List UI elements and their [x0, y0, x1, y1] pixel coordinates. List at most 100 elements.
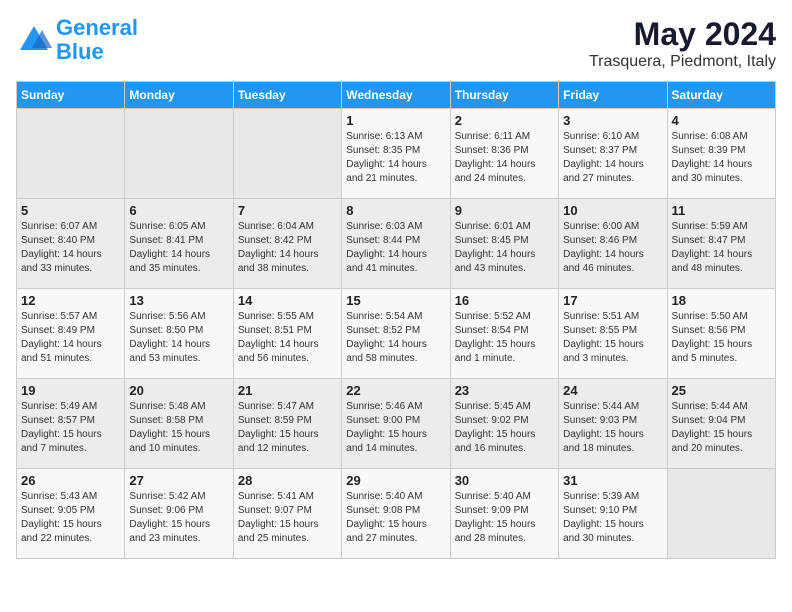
calendar-cell: 21 Sunrise: 5:47 AM Sunset: 8:59 PM Dayli…: [233, 379, 341, 469]
day-header-monday: Monday: [125, 82, 233, 109]
cell-info: Sunrise: 5:50 AM Sunset: 8:56 PM Dayligh…: [672, 310, 771, 366]
day-number: 31: [563, 473, 662, 488]
calendar-cell: [125, 109, 233, 199]
calendar-cell: [667, 469, 775, 559]
title-block: May 2024 Trasquera, Piedmont, Italy: [589, 16, 776, 71]
day-number: 25: [672, 383, 771, 398]
week-row-2: 5Sunrise: 6:07 AM Sunset: 8:40 PM Daylig…: [17, 199, 776, 289]
calendar-cell: 2 Sunrise: 6:11 AM Sunset: 8:36 PM Daylig…: [450, 109, 558, 199]
day-header-wednesday: Wednesday: [342, 82, 450, 109]
calendar-cell: 25 Sunrise: 5:44 AM Sunset: 9:04 PM Dayli…: [667, 379, 775, 469]
cell-info: Sunrise: 5:57 AM Sunset: 8:49 PM Dayligh…: [21, 310, 120, 366]
day-number: 28: [238, 473, 337, 488]
logo-icon: [16, 22, 52, 58]
calendar-body: 1Sunrise: 6:13 AM Sunset: 8:35 PM Daylig…: [17, 109, 776, 559]
day-number: 29: [346, 473, 445, 488]
cell-info: Sunrise: 6:00 AM Sunset: 8:46 PM Dayligh…: [563, 220, 662, 276]
cell-info: Sunrise: 5:44 AM Sunset: 9:03 PM Dayligh…: [563, 400, 662, 456]
calendar-cell: 31 Sunrise: 5:39 AM Sunset: 9:10 PM Dayli…: [559, 469, 667, 559]
cell-info: Sunrise: 5:45 AM Sunset: 9:02 PM Dayligh…: [455, 400, 554, 456]
cell-info: Sunrise: 6:08 AM Sunset: 8:39 PM Dayligh…: [672, 130, 771, 186]
day-header-friday: Friday: [559, 82, 667, 109]
cell-info: Sunrise: 5:52 AM Sunset: 8:54 PM Dayligh…: [455, 310, 554, 366]
calendar-cell: 10 Sunrise: 6:00 AM Sunset: 8:46 PM Dayli…: [559, 199, 667, 289]
day-number: 10: [563, 203, 662, 218]
day-number: 11: [672, 203, 771, 218]
day-number: 1: [346, 113, 445, 128]
week-row-3: 12 Sunrise: 5:57 AM Sunset: 8:49 PM Dayli…: [17, 289, 776, 379]
calendar-cell: [17, 109, 125, 199]
day-number: 15: [346, 293, 445, 308]
cell-info: Sunrise: 6:03 AM Sunset: 8:44 PM Dayligh…: [346, 220, 445, 276]
cell-info: Sunrise: 5:41 AM Sunset: 9:07 PM Dayligh…: [238, 490, 337, 546]
calendar-cell: 9 Sunrise: 6:01 AM Sunset: 8:45 PM Daylig…: [450, 199, 558, 289]
cell-info: Sunrise: 6:11 AM Sunset: 8:36 PM Dayligh…: [455, 130, 554, 186]
logo-line2: Blue: [56, 39, 104, 64]
cell-info: Sunrise: 6:07 AM Sunset: 8:40 PM Dayligh…: [21, 220, 120, 276]
cell-info: Sunrise: 5:40 AM Sunset: 9:09 PM Dayligh…: [455, 490, 554, 546]
cell-info: Sunrise: 5:55 AM Sunset: 8:51 PM Dayligh…: [238, 310, 337, 366]
day-number: 8: [346, 203, 445, 218]
calendar-header: SundayMondayTuesdayWednesdayThursdayFrid…: [17, 82, 776, 109]
day-number: 22: [346, 383, 445, 398]
calendar-cell: 14Sunrise: 5:55 AM Sunset: 8:51 PM Dayli…: [233, 289, 341, 379]
cell-info: Sunrise: 5:46 AM Sunset: 9:00 PM Dayligh…: [346, 400, 445, 456]
calendar-cell: 29Sunrise: 5:40 AM Sunset: 9:08 PM Dayli…: [342, 469, 450, 559]
logo-text: General Blue: [56, 16, 138, 64]
cell-info: Sunrise: 5:59 AM Sunset: 8:47 PM Dayligh…: [672, 220, 771, 276]
day-number: 12: [21, 293, 120, 308]
calendar-table: SundayMondayTuesdayWednesdayThursdayFrid…: [16, 81, 776, 559]
calendar-cell: 27Sunrise: 5:42 AM Sunset: 9:06 PM Dayli…: [125, 469, 233, 559]
week-row-1: 1Sunrise: 6:13 AM Sunset: 8:35 PM Daylig…: [17, 109, 776, 199]
day-number: 16: [455, 293, 554, 308]
calendar-cell: 3Sunrise: 6:10 AM Sunset: 8:37 PM Daylig…: [559, 109, 667, 199]
calendar-cell: [233, 109, 341, 199]
cell-info: Sunrise: 5:51 AM Sunset: 8:55 PM Dayligh…: [563, 310, 662, 366]
day-number: 24: [563, 383, 662, 398]
calendar-cell: 18 Sunrise: 5:50 AM Sunset: 8:56 PM Dayli…: [667, 289, 775, 379]
cell-info: Sunrise: 5:44 AM Sunset: 9:04 PM Dayligh…: [672, 400, 771, 456]
calendar-cell: 23 Sunrise: 5:45 AM Sunset: 9:02 PM Dayli…: [450, 379, 558, 469]
day-header-thursday: Thursday: [450, 82, 558, 109]
day-number: 21: [238, 383, 337, 398]
day-number: 6: [129, 203, 228, 218]
days-of-week-row: SundayMondayTuesdayWednesdayThursdayFrid…: [17, 82, 776, 109]
cell-info: Sunrise: 6:01 AM Sunset: 8:45 PM Dayligh…: [455, 220, 554, 276]
day-number: 9: [455, 203, 554, 218]
day-number: 7: [238, 203, 337, 218]
cell-info: Sunrise: 5:49 AM Sunset: 8:57 PM Dayligh…: [21, 400, 120, 456]
calendar-cell: 7Sunrise: 6:04 AM Sunset: 8:42 PM Daylig…: [233, 199, 341, 289]
calendar-cell: 24 Sunrise: 5:44 AM Sunset: 9:03 PM Dayli…: [559, 379, 667, 469]
calendar-cell: 22 Sunrise: 5:46 AM Sunset: 9:00 PM Dayli…: [342, 379, 450, 469]
day-number: 17: [563, 293, 662, 308]
day-number: 2: [455, 113, 554, 128]
calendar-cell: 11 Sunrise: 5:59 AM Sunset: 8:47 PM Dayli…: [667, 199, 775, 289]
calendar-cell: 13Sunrise: 5:56 AM Sunset: 8:50 PM Dayli…: [125, 289, 233, 379]
calendar-cell: 20 Sunrise: 5:48 AM Sunset: 8:58 PM Dayli…: [125, 379, 233, 469]
day-header-tuesday: Tuesday: [233, 82, 341, 109]
calendar-cell: 30Sunrise: 5:40 AM Sunset: 9:09 PM Dayli…: [450, 469, 558, 559]
calendar-cell: 8 Sunrise: 6:03 AM Sunset: 8:44 PM Daylig…: [342, 199, 450, 289]
day-number: 3: [563, 113, 662, 128]
day-number: 26: [21, 473, 120, 488]
cell-info: Sunrise: 5:42 AM Sunset: 9:06 PM Dayligh…: [129, 490, 228, 546]
calendar-cell: 26 Sunrise: 5:43 AM Sunset: 9:05 PM Dayli…: [17, 469, 125, 559]
calendar-cell: 28 Sunrise: 5:41 AM Sunset: 9:07 PM Dayli…: [233, 469, 341, 559]
logo-line1: General: [56, 15, 138, 40]
day-number: 20: [129, 383, 228, 398]
day-header-sunday: Sunday: [17, 82, 125, 109]
day-number: 4: [672, 113, 771, 128]
calendar-cell: 19 Sunrise: 5:49 AM Sunset: 8:57 PM Dayli…: [17, 379, 125, 469]
day-number: 23: [455, 383, 554, 398]
day-number: 18: [672, 293, 771, 308]
day-number: 19: [21, 383, 120, 398]
month-year: May 2024: [589, 16, 776, 53]
cell-info: Sunrise: 5:43 AM Sunset: 9:05 PM Dayligh…: [21, 490, 120, 546]
calendar-cell: 17 Sunrise: 5:51 AM Sunset: 8:55 PM Dayli…: [559, 289, 667, 379]
calendar-cell: 6Sunrise: 6:05 AM Sunset: 8:41 PM Daylig…: [125, 199, 233, 289]
cell-info: Sunrise: 5:39 AM Sunset: 9:10 PM Dayligh…: [563, 490, 662, 546]
calendar-cell: 1Sunrise: 6:13 AM Sunset: 8:35 PM Daylig…: [342, 109, 450, 199]
cell-info: Sunrise: 5:47 AM Sunset: 8:59 PM Dayligh…: [238, 400, 337, 456]
calendar-cell: 15Sunrise: 5:54 AM Sunset: 8:52 PM Dayli…: [342, 289, 450, 379]
cell-info: Sunrise: 5:48 AM Sunset: 8:58 PM Dayligh…: [129, 400, 228, 456]
